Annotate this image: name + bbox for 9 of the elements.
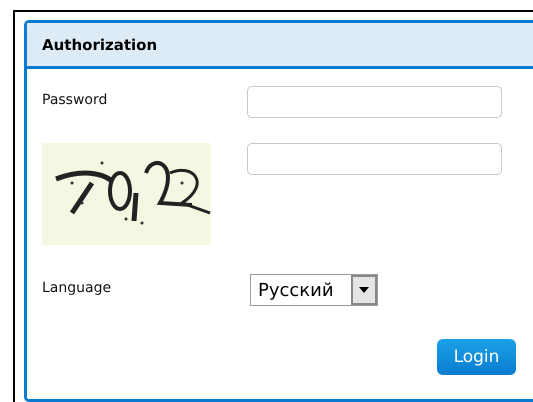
dropdown-button[interactable] — [351, 275, 377, 305]
login-button[interactable]: Login — [437, 339, 516, 375]
captcha-field[interactable] — [247, 143, 502, 175]
language-label: Language — [42, 279, 112, 296]
panel-title: Authorization — [42, 36, 158, 54]
language-select[interactable]: Русский — [250, 274, 378, 306]
password-label: Password — [42, 91, 108, 108]
password-field[interactable] — [247, 86, 502, 118]
caret-icon — [359, 287, 369, 293]
